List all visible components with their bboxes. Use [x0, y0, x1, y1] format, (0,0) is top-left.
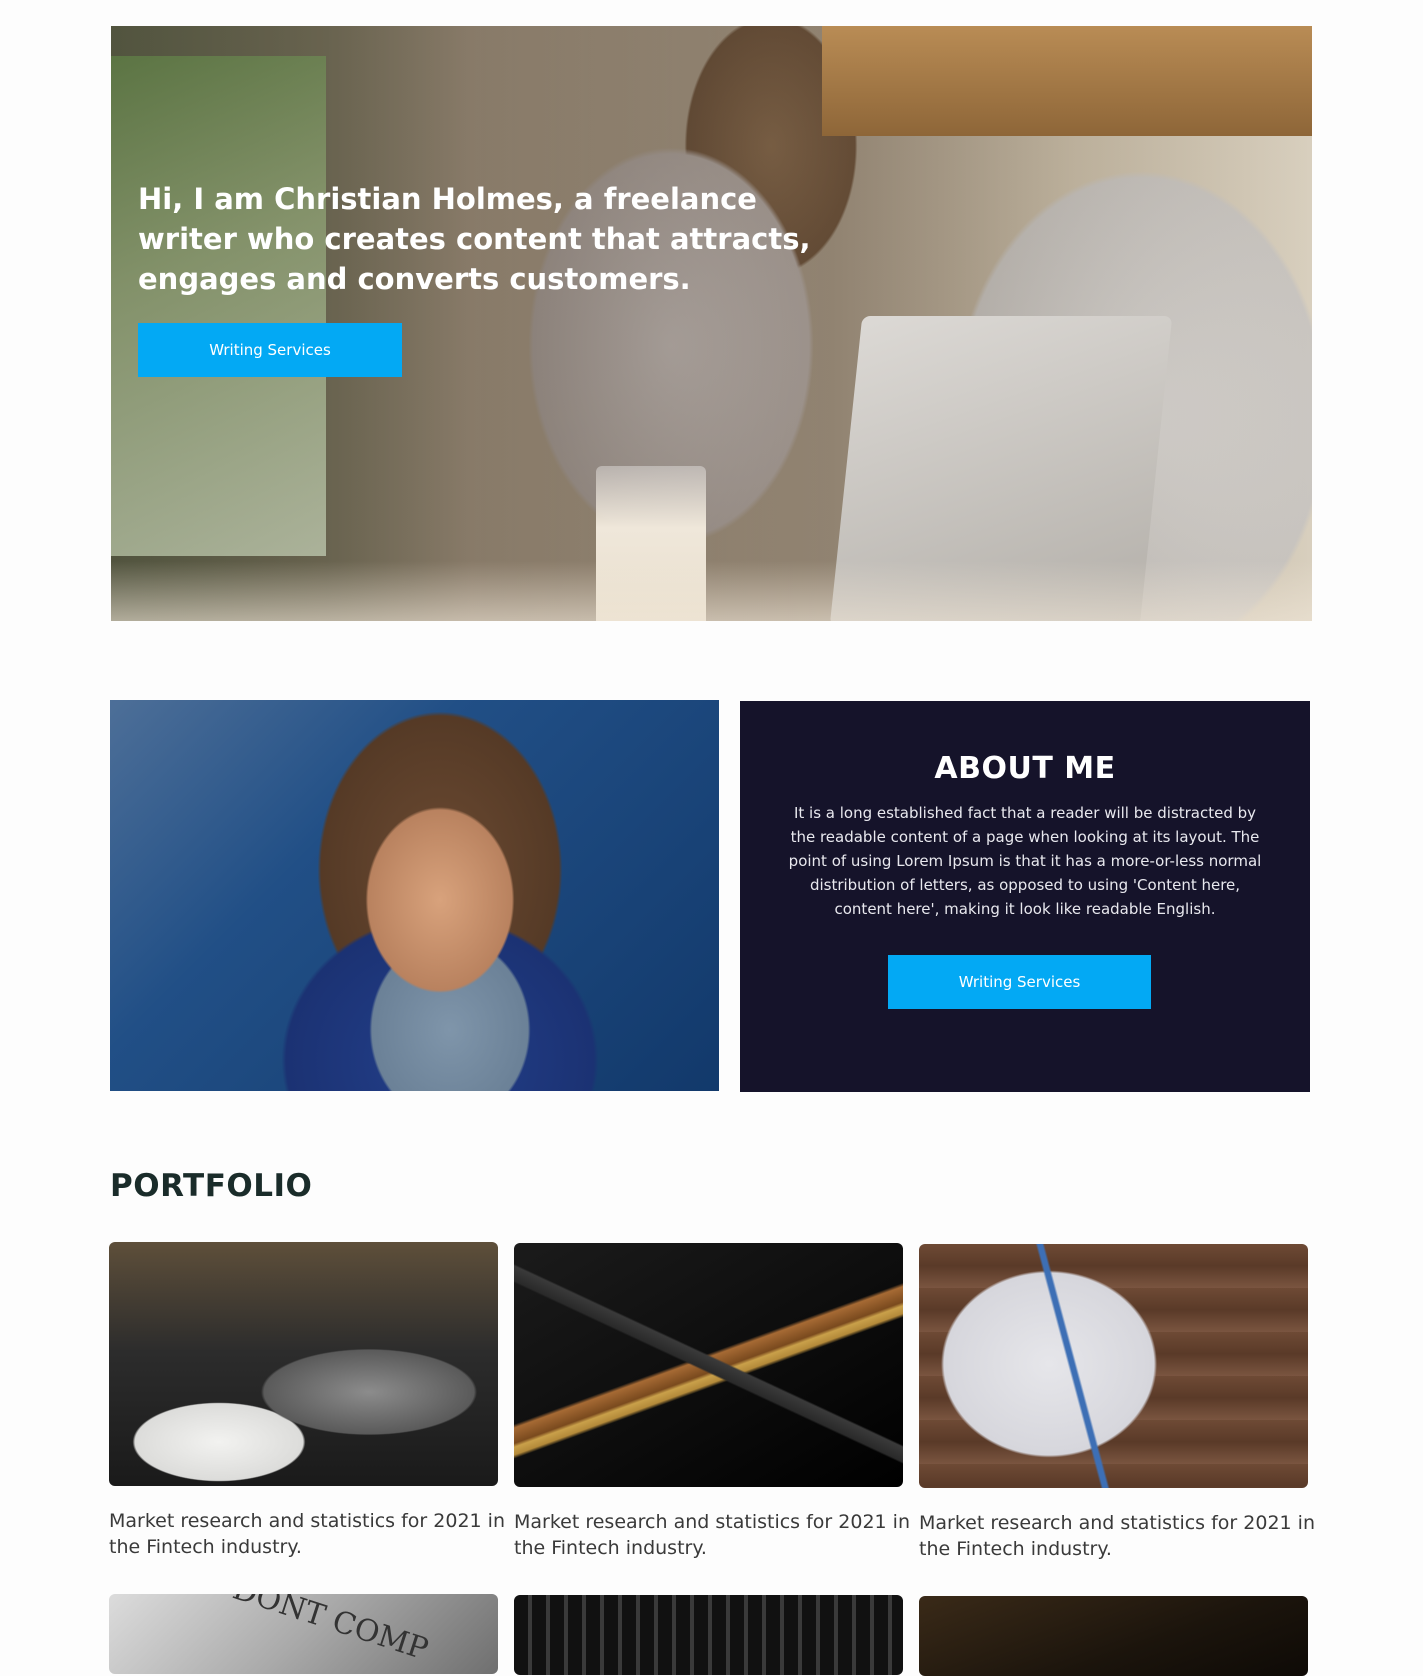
portfolio-item-4-image[interactable]: DONT COMP	[109, 1594, 498, 1674]
portfolio-item-6-image[interactable]	[919, 1596, 1308, 1676]
portfolio-item-4-notebook-text: DONT COMP	[228, 1594, 433, 1668]
portfolio-item-5-image[interactable]	[514, 1595, 903, 1675]
portfolio-title: PORTFOLIO	[110, 1168, 313, 1204]
portfolio-item-2-caption[interactable]: Market research and statistics for 2021 …	[514, 1509, 914, 1561]
portfolio-item-3-caption[interactable]: Market research and statistics for 2021 …	[919, 1510, 1319, 1562]
hero-writing-services-button[interactable]: Writing Services	[138, 323, 402, 377]
portfolio-item-2-image[interactable]	[514, 1243, 903, 1487]
hero-window	[111, 56, 326, 556]
hero-title: Hi, I am Christian Holmes, a freelance w…	[138, 182, 811, 296]
hero-desk	[111, 561, 1312, 621]
about-title: ABOUT ME	[934, 751, 1116, 786]
about-photo	[110, 700, 719, 1091]
about-body: It is a long established fact that a rea…	[788, 804, 1262, 918]
hero-cabinet	[822, 26, 1312, 136]
portfolio-item-3-image[interactable]	[919, 1244, 1308, 1488]
portfolio-item-1-image[interactable]	[109, 1242, 498, 1486]
portfolio-item-1-caption[interactable]: Market research and statistics for 2021 …	[109, 1508, 509, 1560]
about-panel: ABOUT ME It is a long established fact t…	[740, 701, 1310, 1092]
about-writing-services-button[interactable]: Writing Services	[888, 955, 1151, 1009]
